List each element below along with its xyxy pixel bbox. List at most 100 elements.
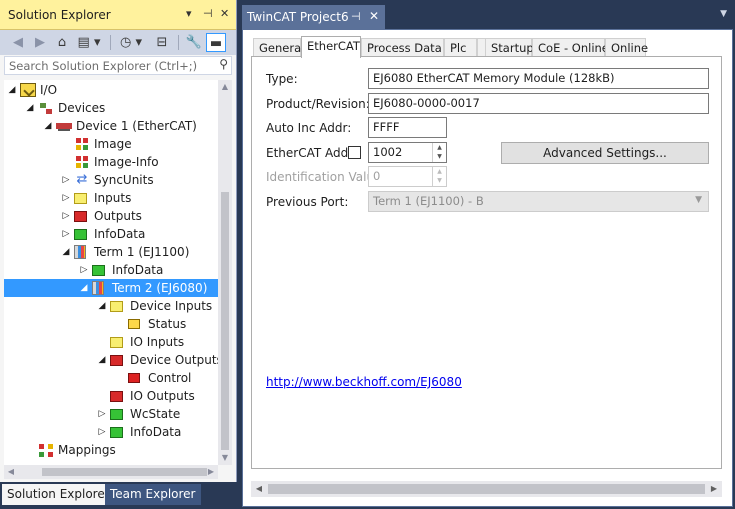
scroll-thumb[interactable] bbox=[268, 484, 705, 494]
collapse-arrow-icon[interactable]: ◢ bbox=[60, 245, 72, 259]
collapse-all-icon[interactable]: ⊟ bbox=[152, 33, 172, 52]
type-field[interactable]: EJ6080 EtherCAT Memory Module (128kB) bbox=[368, 68, 709, 89]
tree-node[interactable]: Mappings bbox=[4, 441, 218, 459]
ethercat-addr-checkbox[interactable] bbox=[348, 146, 361, 159]
tree-node[interactable]: Image-Info bbox=[4, 153, 218, 171]
devices-icon bbox=[38, 101, 54, 115]
preview-icon[interactable]: ▬ bbox=[206, 33, 226, 52]
search-icon[interactable]: ⚲ bbox=[219, 57, 228, 71]
tab-ethercat[interactable]: EtherCAT bbox=[301, 36, 361, 58]
tree-node[interactable]: Status bbox=[4, 315, 218, 333]
tree-node[interactable]: IO Outputs bbox=[4, 387, 218, 405]
collapse-arrow-icon[interactable]: ◢ bbox=[24, 101, 36, 115]
tree-node[interactable]: ◢ I/O bbox=[4, 81, 218, 99]
ethercat-addr-value: 1002 bbox=[373, 145, 403, 159]
history-icon[interactable]: ◷ ▾ bbox=[116, 33, 146, 52]
scroll-thumb[interactable] bbox=[42, 468, 207, 476]
tree-horizontal-scrollbar[interactable]: ◀ ▶ bbox=[4, 465, 218, 479]
collapse-arrow-icon[interactable]: ◢ bbox=[6, 83, 18, 97]
spin-up-icon[interactable]: ▲ bbox=[433, 143, 446, 152]
collapse-arrow-icon[interactable]: ◢ bbox=[96, 299, 108, 313]
tab-general[interactable]: General bbox=[253, 38, 304, 57]
tree-node[interactable]: ▷ WcState bbox=[4, 405, 218, 423]
tree-node[interactable]: ▷ Inputs bbox=[4, 189, 218, 207]
tab-startup[interactable]: Startup bbox=[485, 38, 534, 57]
tree-node[interactable]: IO Inputs bbox=[4, 333, 218, 351]
home-icon[interactable]: ⌂ bbox=[52, 33, 72, 52]
tab-team-explorer[interactable]: Team Explorer bbox=[105, 484, 201, 505]
forward-icon[interactable]: ▶ bbox=[30, 33, 50, 52]
expand-arrow-icon[interactable]: ▷ bbox=[60, 173, 72, 187]
expand-arrow-icon[interactable]: ▷ bbox=[96, 425, 108, 439]
scroll-left-icon[interactable]: ◀ bbox=[251, 481, 267, 497]
tree-node[interactable]: ▷ InfoData bbox=[4, 225, 218, 243]
tree-node[interactable]: ▷ Outputs bbox=[4, 207, 218, 225]
explorer-tab-strip: Solution Explorer Team Explorer bbox=[0, 482, 237, 509]
toolbar-separator bbox=[178, 35, 179, 50]
spin-down-icon[interactable]: ▼ bbox=[433, 152, 446, 161]
close-icon[interactable]: ✕ bbox=[369, 9, 379, 23]
tree-node[interactable]: ◢ Term 2 (EJ6080) bbox=[4, 279, 218, 297]
tree-node-label: Control bbox=[148, 371, 192, 385]
tab-dropdown-icon[interactable]: ▼ bbox=[720, 9, 727, 19]
yellow-icon bbox=[110, 337, 123, 348]
scroll-left-icon[interactable]: ◀ bbox=[4, 465, 18, 479]
tree-node[interactable]: ◢ Devices bbox=[4, 99, 218, 117]
var-red-icon bbox=[128, 373, 140, 383]
back-icon[interactable]: ◀ bbox=[8, 33, 28, 52]
tab-process-data[interactable]: Process Data bbox=[361, 38, 444, 57]
expand-arrow-icon[interactable]: ▷ bbox=[60, 227, 72, 241]
advanced-settings-button[interactable]: Advanced Settings... bbox=[501, 142, 709, 164]
tree-node[interactable]: Image bbox=[4, 135, 218, 153]
auto-inc-addr-field[interactable]: FFFF bbox=[368, 117, 447, 138]
tree-node[interactable]: ◢ Device Outputs bbox=[4, 351, 218, 369]
properties-icon[interactable]: 🔧 bbox=[184, 33, 204, 52]
switch-views-icon[interactable]: ▤ ▾ bbox=[74, 33, 104, 52]
spin-buttons[interactable]: ▲ ▼ bbox=[432, 143, 446, 162]
scroll-up-icon[interactable]: ▲ bbox=[218, 80, 232, 94]
scroll-thumb[interactable] bbox=[221, 192, 229, 450]
expand-arrow-icon[interactable]: ▷ bbox=[60, 191, 72, 205]
tree-node[interactable]: ◢ Device Inputs bbox=[4, 297, 218, 315]
device-icon bbox=[56, 119, 72, 133]
expand-arrow-icon[interactable]: ▷ bbox=[60, 209, 72, 223]
window-dropdown-icon[interactable]: ▾ bbox=[186, 7, 192, 20]
tree-node[interactable]: ▷ InfoData bbox=[4, 423, 218, 441]
tree-node[interactable]: ▷ ⇄ SyncUnits bbox=[4, 171, 218, 189]
ethercat-addr-stepper[interactable]: 1002 ▲ ▼ bbox=[368, 142, 447, 163]
scroll-down-icon[interactable]: ▼ bbox=[218, 451, 232, 465]
document-tab[interactable]: TwinCAT Project6 ⊣ ✕ bbox=[242, 5, 385, 29]
pin-icon[interactable]: ⊣ bbox=[203, 7, 213, 20]
tab-online[interactable]: Online bbox=[605, 38, 648, 57]
collapse-arrow-icon[interactable]: ◢ bbox=[96, 353, 108, 367]
green-icon bbox=[74, 229, 87, 240]
tree-node-label: Device 1 (EtherCAT) bbox=[76, 119, 197, 133]
tree-node[interactable]: ◢ Term 1 (EJ1100) bbox=[4, 243, 218, 261]
scroll-right-icon[interactable]: ▶ bbox=[204, 465, 218, 479]
document-horizontal-scrollbar[interactable]: ◀ ▶ bbox=[251, 481, 722, 497]
tree-node[interactable]: ◢ Device 1 (EtherCAT) bbox=[4, 117, 218, 135]
tab-coe-online[interactable]: CoE - Online bbox=[532, 38, 609, 57]
tab-plc[interactable]: Plc bbox=[444, 38, 477, 57]
scroll-right-icon[interactable]: ▶ bbox=[706, 481, 722, 497]
identification-value-stepper: 0 ▲ ▼ bbox=[368, 166, 447, 187]
close-icon[interactable]: ✕ bbox=[220, 7, 229, 20]
tree-node[interactable]: Control bbox=[4, 369, 218, 387]
tree-node-label: Outputs bbox=[94, 209, 142, 223]
beckhoff-link[interactable]: http://www.beckhoff.com/EJ6080 bbox=[266, 375, 462, 389]
spin-down-icon: ▼ bbox=[437, 177, 442, 184]
pin-icon[interactable]: ⊣ bbox=[351, 10, 361, 23]
collapse-arrow-icon[interactable]: ◢ bbox=[42, 119, 54, 133]
tree-vertical-scrollbar[interactable]: ▲ ▼ bbox=[218, 80, 232, 465]
tree-node-label: InfoData bbox=[130, 425, 182, 439]
collapse-arrow-icon[interactable]: ◢ bbox=[78, 281, 90, 295]
tree-node[interactable]: ▷ InfoData bbox=[4, 261, 218, 279]
search-input[interactable] bbox=[5, 57, 205, 74]
tree-node-label: I/O bbox=[40, 83, 58, 97]
product-revision-field[interactable]: EJ6080-0000-0017 bbox=[368, 93, 709, 114]
expand-arrow-icon[interactable]: ▷ bbox=[78, 263, 90, 277]
tab-solution-explorer[interactable]: Solution Explorer bbox=[2, 484, 115, 505]
expand-arrow-icon[interactable]: ▷ bbox=[96, 407, 108, 421]
